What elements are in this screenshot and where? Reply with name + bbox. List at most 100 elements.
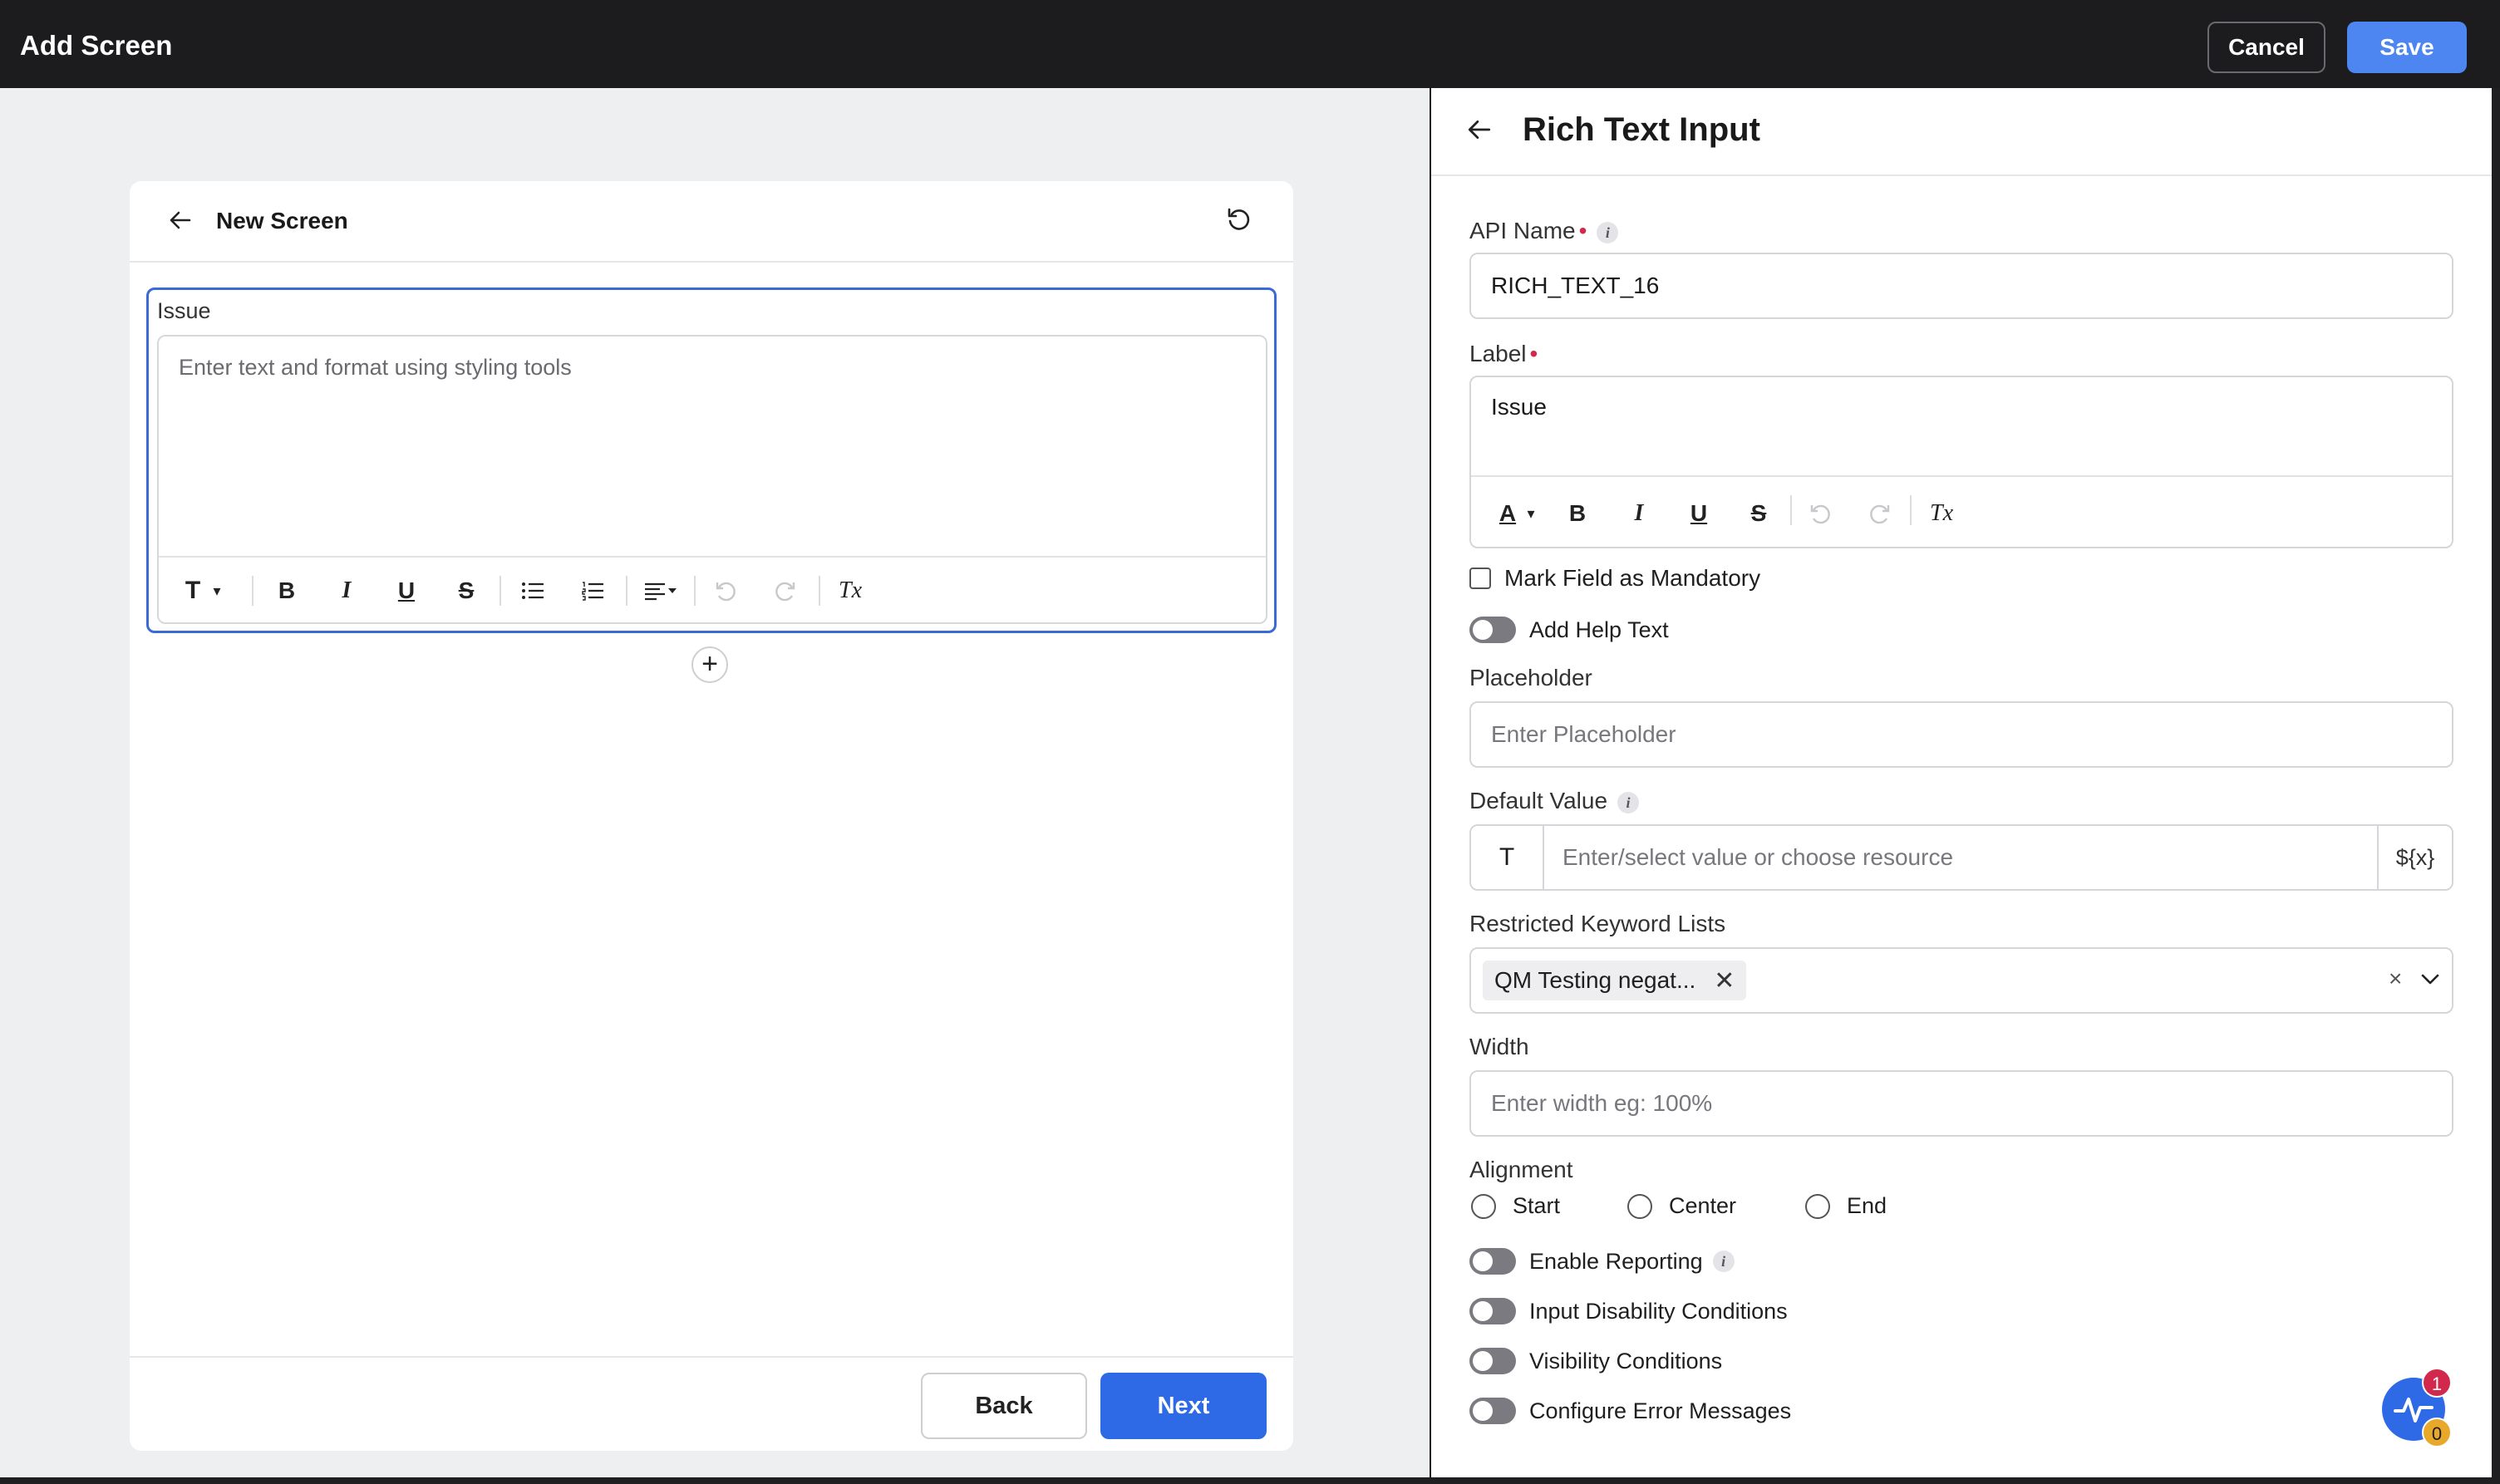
radio-button[interactable] xyxy=(1471,1193,1496,1219)
alignment-start-option[interactable]: Start xyxy=(1471,1193,1560,1219)
undo-icon[interactable] xyxy=(1805,497,1835,530)
redo-icon[interactable] xyxy=(770,574,800,607)
numbered-list-icon[interactable] xyxy=(578,574,608,607)
caret-down-icon[interactable]: ▾ xyxy=(209,574,225,607)
card-footer: Back Next xyxy=(130,1356,1293,1452)
undo-icon[interactable] xyxy=(711,574,741,607)
info-icon[interactable]: i xyxy=(1712,1251,1735,1272)
reset-icon[interactable] xyxy=(1225,206,1253,238)
placeholder-input[interactable]: Enter Placeholder xyxy=(1469,701,2453,768)
strikethrough-icon[interactable]: S xyxy=(451,574,481,607)
page-title: Add Screen xyxy=(20,30,173,61)
rich-text-editor[interactable]: Enter text and format using styling tool… xyxy=(157,335,1267,624)
api-name-input[interactable]: RICH_TEXT_16 xyxy=(1469,253,2453,319)
radio-label: End xyxy=(1847,1193,1887,1218)
mandatory-label: Mark Field as Mandatory xyxy=(1504,565,1761,591)
align-icon[interactable] xyxy=(642,574,681,607)
info-icon[interactable]: i xyxy=(1617,791,1640,813)
window-edge xyxy=(0,1477,2500,1484)
width-input[interactable]: Enter width eg: 100% xyxy=(1469,1070,2453,1137)
redo-icon[interactable] xyxy=(1865,497,1895,530)
default-value-field[interactable]: T Enter/select value or choose resource … xyxy=(1469,824,2453,891)
clear-icon[interactable]: × xyxy=(2389,966,2402,992)
keyword-chip-label: QM Testing negat... xyxy=(1494,967,1696,993)
panel-header: Rich Text Input xyxy=(1431,88,2492,176)
text-color-icon[interactable]: A xyxy=(1494,497,1521,530)
label-field-label-text: Label xyxy=(1469,341,1527,366)
default-value-input[interactable]: Enter/select value or choose resource xyxy=(1562,826,1953,889)
editor-placeholder: Enter text and format using styling tool… xyxy=(179,355,572,380)
back-arrow-icon[interactable] xyxy=(168,208,193,237)
underline-icon[interactable]: U xyxy=(391,574,421,607)
preview-canvas: New Screen Issue Enter text and format u… xyxy=(0,88,1430,1477)
disability-conditions-row[interactable]: Input Disability Conditions xyxy=(1469,1298,1788,1324)
visibility-conditions-row[interactable]: Visibility Conditions xyxy=(1469,1348,1722,1374)
clear-format-icon[interactable]: Tx xyxy=(1925,497,1958,530)
api-name-label-text: API Name xyxy=(1469,218,1576,243)
help-text-toggle-row[interactable]: Add Help Text xyxy=(1469,617,1669,643)
bold-icon[interactable]: B xyxy=(272,574,302,607)
editor-toolbar: T ▾ B I U S Tx xyxy=(159,556,1266,624)
toolbar-divider xyxy=(500,576,501,606)
toolbar-divider xyxy=(1910,495,1912,525)
caret-down-icon[interactable]: ▾ xyxy=(1523,497,1539,530)
disability-conditions-label: Input Disability Conditions xyxy=(1529,1298,1788,1324)
disability-conditions-toggle[interactable] xyxy=(1469,1298,1516,1324)
chevron-down-icon[interactable] xyxy=(2419,967,2442,995)
visibility-conditions-label: Visibility Conditions xyxy=(1529,1348,1723,1373)
radio-label: Start xyxy=(1513,1193,1561,1218)
keyword-lists-label: Restricted Keyword Lists xyxy=(1469,911,1726,936)
default-value-label-text: Default Value xyxy=(1469,788,1608,813)
help-text-toggle[interactable] xyxy=(1469,617,1516,643)
text-style-icon[interactable]: T xyxy=(180,574,205,607)
toolbar-divider xyxy=(626,576,627,606)
field-label: Issue xyxy=(157,298,211,323)
bullet-list-icon[interactable] xyxy=(518,574,548,607)
default-value-label: Default Value i xyxy=(1469,788,1640,814)
info-icon[interactable]: i xyxy=(1597,221,1619,243)
toolbar-divider xyxy=(1790,495,1792,525)
enable-reporting-row[interactable]: Enable Reporting i xyxy=(1469,1248,1735,1275)
screen-title: New Screen xyxy=(216,208,348,233)
chip-remove-icon[interactable]: ✕ xyxy=(1714,966,1735,995)
next-button[interactable]: Next xyxy=(1100,1373,1267,1439)
label-field-label: Label • xyxy=(1469,341,1538,367)
mandatory-checkbox[interactable] xyxy=(1469,568,1491,589)
panel-title: Rich Text Input xyxy=(1523,111,1760,148)
error-messages-row[interactable]: Configure Error Messages xyxy=(1469,1398,1791,1424)
label-rich-text-editor[interactable]: Issue A ▾ B I U S Tx xyxy=(1469,376,2453,548)
placeholder-label: Placeholder xyxy=(1469,665,1592,690)
back-button[interactable]: Back xyxy=(921,1373,1087,1439)
label-value: Issue xyxy=(1491,394,1547,420)
keyword-lists-select[interactable]: QM Testing negat... ✕ × xyxy=(1469,947,2453,1014)
enable-reporting-label: Enable Reporting xyxy=(1529,1248,1703,1274)
radio-button[interactable] xyxy=(1627,1193,1652,1219)
card-header: New Screen xyxy=(130,181,1293,263)
alignment-center-option[interactable]: Center xyxy=(1627,1193,1736,1219)
toolbar-divider xyxy=(694,576,696,606)
clear-format-icon[interactable]: Tx xyxy=(834,574,867,607)
italic-icon[interactable]: I xyxy=(1624,497,1654,530)
alignment-end-option[interactable]: End xyxy=(1805,1193,1887,1219)
back-arrow-icon[interactable] xyxy=(1466,116,1493,147)
label-editor-toolbar: A ▾ B I U S Tx xyxy=(1471,475,2452,548)
resource-picker-button[interactable]: ${x} xyxy=(2377,826,2452,889)
help-text-label: Add Help Text xyxy=(1529,617,1669,642)
properties-panel: Rich Text Input API Name • i RICH_TEXT_16 … xyxy=(1431,88,2492,1477)
error-messages-toggle[interactable] xyxy=(1469,1398,1516,1424)
save-button[interactable]: Save xyxy=(2347,22,2467,73)
alignment-label: Alignment xyxy=(1469,1157,1573,1182)
visibility-conditions-toggle[interactable] xyxy=(1469,1348,1516,1374)
enable-reporting-toggle[interactable] xyxy=(1469,1248,1516,1275)
strikethrough-icon[interactable]: S xyxy=(1744,497,1774,530)
mandatory-checkbox-row[interactable]: Mark Field as Mandatory xyxy=(1469,565,1760,592)
cancel-button[interactable]: Cancel xyxy=(2207,22,2325,73)
add-field-button[interactable]: + xyxy=(691,646,728,683)
required-marker: • xyxy=(1578,218,1587,243)
underline-icon[interactable]: U xyxy=(1684,497,1714,530)
radio-button[interactable] xyxy=(1805,1193,1830,1219)
italic-icon[interactable]: I xyxy=(332,574,362,607)
value-type-button[interactable]: T xyxy=(1471,826,1544,889)
bold-icon[interactable]: B xyxy=(1562,497,1592,530)
selected-field[interactable]: Issue Enter text and format using stylin… xyxy=(146,287,1277,633)
